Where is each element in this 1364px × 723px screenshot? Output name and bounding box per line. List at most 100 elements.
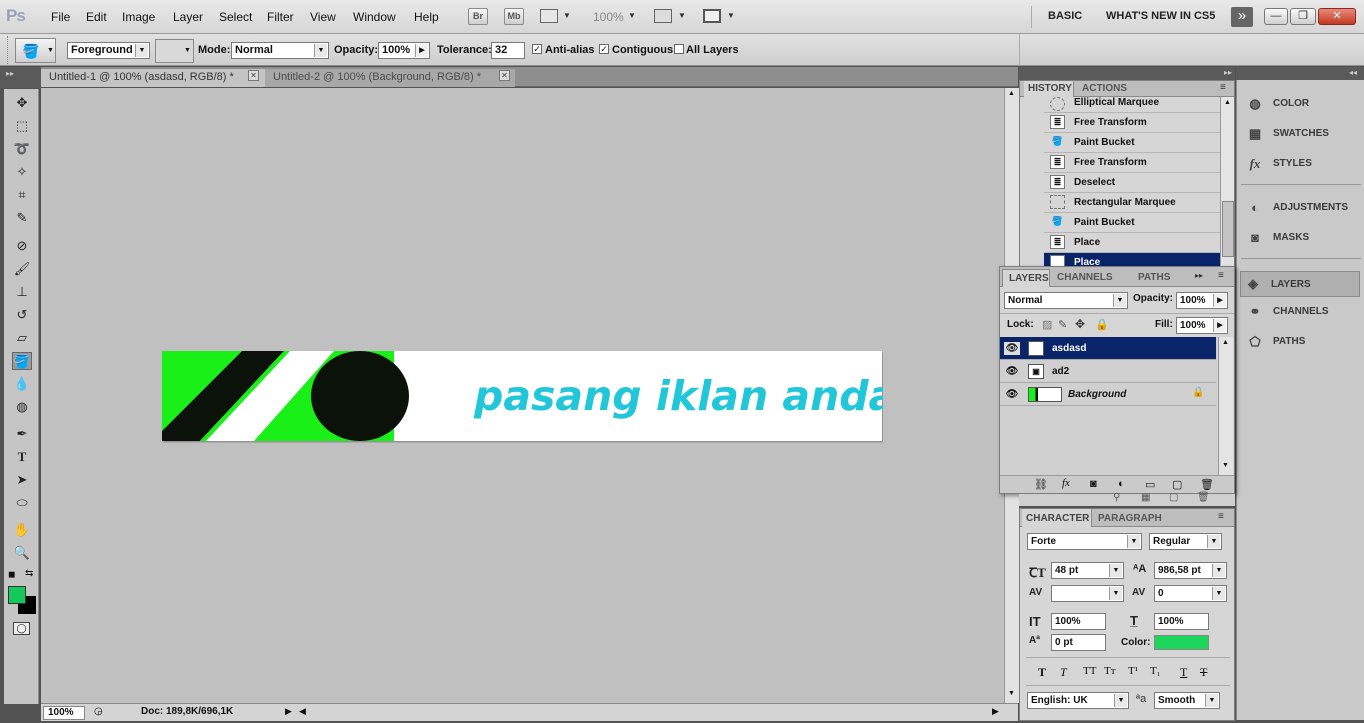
arrange-documents-icon[interactable] (654, 9, 672, 23)
path-selection-tool-icon[interactable]: ➤ (12, 471, 32, 489)
restore-button[interactable]: ❐ (1290, 8, 1316, 25)
history-scrollbar[interactable]: ▲ (1220, 97, 1234, 269)
screen-mode-icon[interactable] (703, 9, 721, 23)
menu-image[interactable]: Image (122, 10, 155, 24)
status-menu-arrow-icon[interactable]: ▶ (285, 706, 292, 717)
fill-input[interactable]: 100% ▶ (1176, 317, 1228, 334)
clone-stamp-tool-icon[interactable]: ⊥ (12, 283, 32, 301)
collapse-arrows-icon[interactable]: ▸▸ (1224, 68, 1232, 77)
ellipse-tool-icon[interactable]: ⬭ (12, 494, 32, 512)
menu-window[interactable]: Window (353, 10, 396, 24)
font-size-input[interactable]: 48 pt ▼ (1051, 562, 1124, 579)
history-item[interactable]: 🪣 Paint Bucket (1044, 133, 1234, 153)
add-mask-icon[interactable]: ◙ (1090, 478, 1097, 490)
subscript-button[interactable]: T₁ (1150, 665, 1161, 677)
view-extras-icon[interactable] (540, 9, 558, 23)
hand-tool-icon[interactable]: ✋ (12, 521, 32, 539)
quick-select-tool-icon[interactable]: ✧ (12, 163, 32, 181)
minimize-button[interactable]: — (1264, 8, 1288, 25)
styles-panel-button[interactable]: fx STYLES (1243, 153, 1361, 175)
opacity-input[interactable]: 100% ▶ (378, 42, 430, 59)
strikethrough-button[interactable]: T (1200, 665, 1207, 680)
layer-row-selected[interactable]: 👁 ▣ asdasd (1000, 337, 1216, 360)
healing-brush-tool-icon[interactable]: ⊘ (12, 237, 32, 255)
leading-input[interactable]: 986,58 pt ▼ (1154, 562, 1227, 579)
menu-edit[interactable]: Edit (86, 10, 107, 24)
quick-mask-icon[interactable]: ◯ (13, 622, 30, 635)
adjustment-layer-icon[interactable]: ◐ (1118, 478, 1125, 490)
crop-tool-icon[interactable]: ⌗ (12, 186, 32, 204)
history-item[interactable]: Rectangular Marquee (1044, 193, 1234, 213)
history-item[interactable]: Elliptical Marquee (1044, 95, 1234, 113)
history-item[interactable]: ≣ Deselect (1044, 173, 1234, 193)
masks-panel-button[interactable]: ◙ MASKS (1243, 227, 1361, 249)
channels-panel-button[interactable]: ⚭ CHANNELS (1243, 301, 1361, 323)
history-brush-tool-icon[interactable]: ↺ (12, 306, 32, 324)
collapse-arrows-icon[interactable]: ▸▸ (6, 69, 14, 78)
tab-paragraph[interactable]: PARAGRAPH (1098, 513, 1162, 524)
color-panel-button[interactable]: ◍ COLOR (1243, 93, 1361, 115)
vertical-scale-input[interactable]: 100% (1051, 613, 1106, 630)
eraser-tool-icon[interactable]: ▱ (12, 329, 32, 347)
kerning-select[interactable]: ▼ (1051, 585, 1124, 602)
eye-icon[interactable]: 👁 (1004, 388, 1020, 401)
lock-position-icon[interactable]: ✥ (1075, 317, 1085, 331)
faux-italic-button[interactable]: T (1060, 665, 1067, 680)
all-layers-checkbox[interactable] (674, 44, 684, 54)
lock-transparency-icon[interactable]: ▨ (1042, 318, 1052, 331)
history-item[interactable]: ≣ Free Transform (1044, 113, 1234, 133)
new-layer-icon[interactable]: ▢ (1172, 478, 1182, 491)
superscript-button[interactable]: T¹ (1128, 665, 1138, 677)
scroll-down-icon[interactable]: ▼ (1008, 690, 1015, 697)
baseline-shift-input[interactable]: 0 pt (1051, 634, 1106, 651)
close-button[interactable]: ✕ (1318, 8, 1356, 25)
layer-row[interactable]: 👁 ▣ ad2 (1000, 360, 1216, 383)
type-tool-icon[interactable]: T (12, 448, 32, 466)
close-icon[interactable]: ✕ (499, 70, 510, 81)
tab-paths[interactable]: PATHS (1138, 272, 1170, 283)
underline-button[interactable]: T (1180, 665, 1187, 680)
antialias-method-select[interactable]: Smooth ▼ (1154, 692, 1220, 709)
lasso-tool-icon[interactable]: ➰ (12, 140, 32, 158)
workspace-whats-new[interactable]: WHAT'S NEW IN CS5 (1106, 10, 1215, 22)
layer-row[interactable]: 👁 Background 🔒 (1000, 383, 1216, 406)
antialias-checkbox[interactable]: ✓ (532, 44, 542, 54)
collapse-arrows-icon[interactable]: ▸▸ (1195, 271, 1203, 280)
menu-filter[interactable]: Filter (267, 10, 294, 24)
blend-mode-select[interactable]: Normal ▼ (1004, 292, 1128, 309)
scroll-up-icon[interactable]: ▲ (1224, 99, 1231, 106)
new-group-icon[interactable]: ▭ (1145, 478, 1155, 491)
tab-untitled-2[interactable]: Untitled-2 @ 100% (Background, RGB/8) * (265, 69, 515, 87)
paths-panel-button[interactable]: ⬠ PATHS (1243, 331, 1361, 353)
status-info-icon[interactable]: ◶ (94, 706, 103, 717)
text-color-swatch[interactable] (1154, 635, 1209, 650)
expand-arrows-icon[interactable]: ◂◂ (1349, 68, 1357, 77)
zoom-tool-icon[interactable]: 🔍 (12, 544, 32, 562)
horizontal-scale-input[interactable]: 100% (1154, 613, 1209, 630)
panel-menu-icon[interactable]: ≡ (1220, 82, 1226, 93)
tool-preset-picker[interactable]: 🪣 ▼ (15, 38, 56, 63)
workspace-basic[interactable]: BASIC (1048, 10, 1082, 22)
menu-file[interactable]: File (51, 10, 70, 24)
history-item[interactable]: 🪣 Paint Bucket (1044, 213, 1234, 233)
fx-icon[interactable]: fx (1062, 477, 1070, 489)
small-caps-button[interactable]: Tт (1104, 665, 1116, 677)
history-item[interactable]: ≣ Place (1044, 233, 1234, 253)
tab-actions[interactable]: ACTIONS (1082, 83, 1127, 94)
menu-help[interactable]: Help (414, 10, 439, 24)
foreground-color-swatch[interactable] (8, 586, 26, 604)
scroll-up-icon[interactable]: ▲ (1222, 339, 1229, 346)
swatches-panel-button[interactable]: ▦ SWATCHES (1243, 123, 1361, 145)
layer-opacity-input[interactable]: 100% ▶ (1176, 292, 1228, 309)
tab-channels[interactable]: CHANNELS (1057, 272, 1113, 283)
history-item[interactable]: ≣ Free Transform (1044, 153, 1234, 173)
tolerance-input[interactable]: 32 (491, 42, 525, 59)
all-caps-button[interactable]: TT (1083, 665, 1096, 677)
scroll-right-icon[interactable]: ▶ (992, 706, 999, 717)
swap-colors-icon[interactable]: ⇆ (25, 568, 33, 579)
mode-select[interactable]: Normal ▼ (231, 42, 329, 59)
tab-untitled-1[interactable]: Untitled-1 @ 100% (asdasd, RGB/8) * (41, 69, 265, 87)
panel-menu-icon[interactable]: ≡ (1218, 511, 1224, 522)
scroll-up-icon[interactable]: ▲ (1008, 90, 1015, 97)
trash-icon[interactable]: 🗑 (1200, 478, 1214, 491)
